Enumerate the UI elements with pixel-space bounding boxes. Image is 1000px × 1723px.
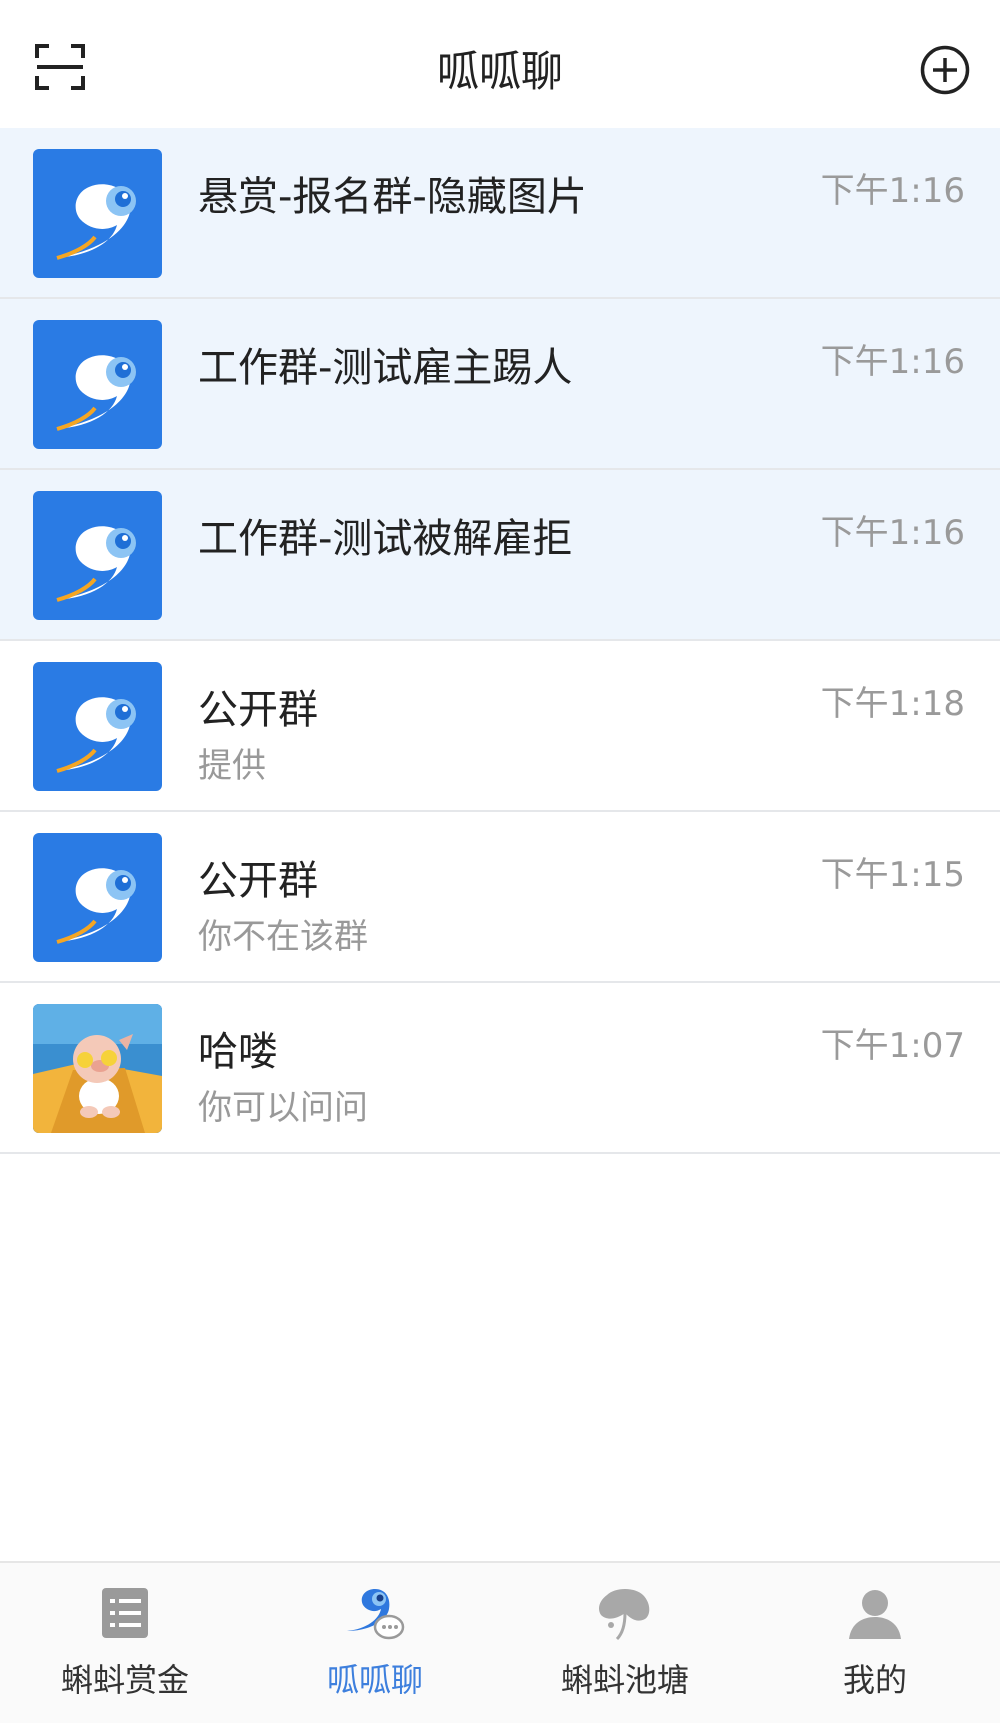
chat-name: 工作群-测试被解雇拒 — [198, 516, 573, 562]
lotus-leaf-icon — [595, 1583, 655, 1643]
bottom-tab-bar: 蝌蚪赏金 呱呱聊 蝌蚪池塘 我的 — [0, 1561, 1000, 1723]
chat-row[interactable]: 公开群 提供 下午1:18 — [0, 641, 1000, 812]
tab-me[interactable]: 我的 — [750, 1563, 1000, 1723]
chat-list: 悬赏-报名群-隐藏图片 下午1:16 工作群-测试雇主踢人 下午1:16 工作群… — [0, 128, 1000, 1154]
person-icon — [845, 1583, 905, 1643]
chat-row[interactable]: 公开群 你不在该群 下午1:15 — [0, 812, 1000, 983]
chat-name: 工作群-测试雇主踢人 — [198, 345, 573, 391]
chat-row[interactable]: 悬赏-报名群-隐藏图片 下午1:16 — [0, 128, 1000, 299]
tab-label: 蝌蚪池塘 — [560, 1661, 689, 1699]
chat-time: 下午1:18 — [820, 684, 965, 724]
tab-label: 呱呱聊 — [326, 1661, 423, 1699]
chat-name: 悬赏-报名群-隐藏图片 — [198, 174, 587, 220]
chat-time: 下午1:07 — [820, 1026, 965, 1066]
chat-time: 下午1:16 — [820, 342, 965, 382]
tab-bounty[interactable]: 蝌蚪赏金 — [0, 1563, 250, 1723]
group-avatar — [33, 662, 162, 791]
list-icon — [95, 1583, 155, 1643]
user-avatar — [33, 1004, 162, 1133]
chat-row[interactable]: 哈喽 你可以问问 下午1:07 — [0, 983, 1000, 1154]
add-icon[interactable] — [919, 44, 971, 96]
group-avatar — [33, 149, 162, 278]
chat-preview: 提供 — [198, 746, 266, 786]
top-bar: 呱呱聊 — [0, 0, 1000, 128]
chat-preview: 你可以问问 — [198, 1088, 368, 1128]
group-avatar — [33, 320, 162, 449]
chat-name: 哈喽 — [198, 1029, 278, 1075]
group-avatar — [33, 491, 162, 620]
chat-preview: 你不在该群 — [198, 917, 368, 957]
group-avatar — [33, 833, 162, 962]
chat-row[interactable]: 工作群-测试被解雇拒 下午1:16 — [0, 470, 1000, 641]
chat-name: 公开群 — [198, 687, 318, 733]
tab-pond[interactable]: 蝌蚪池塘 — [500, 1563, 750, 1723]
page-title: 呱呱聊 — [436, 47, 563, 96]
tab-label: 我的 — [842, 1661, 907, 1699]
chat-tadpole-icon — [345, 1583, 405, 1643]
chat-time: 下午1:15 — [820, 855, 965, 895]
tab-label: 蝌蚪赏金 — [60, 1661, 189, 1699]
chat-time: 下午1:16 — [820, 171, 965, 211]
chat-name: 公开群 — [198, 858, 318, 904]
chat-time: 下午1:16 — [820, 513, 965, 553]
chat-row[interactable]: 工作群-测试雇主踢人 下午1:16 — [0, 299, 1000, 470]
tab-chat[interactable]: 呱呱聊 — [250, 1563, 500, 1723]
